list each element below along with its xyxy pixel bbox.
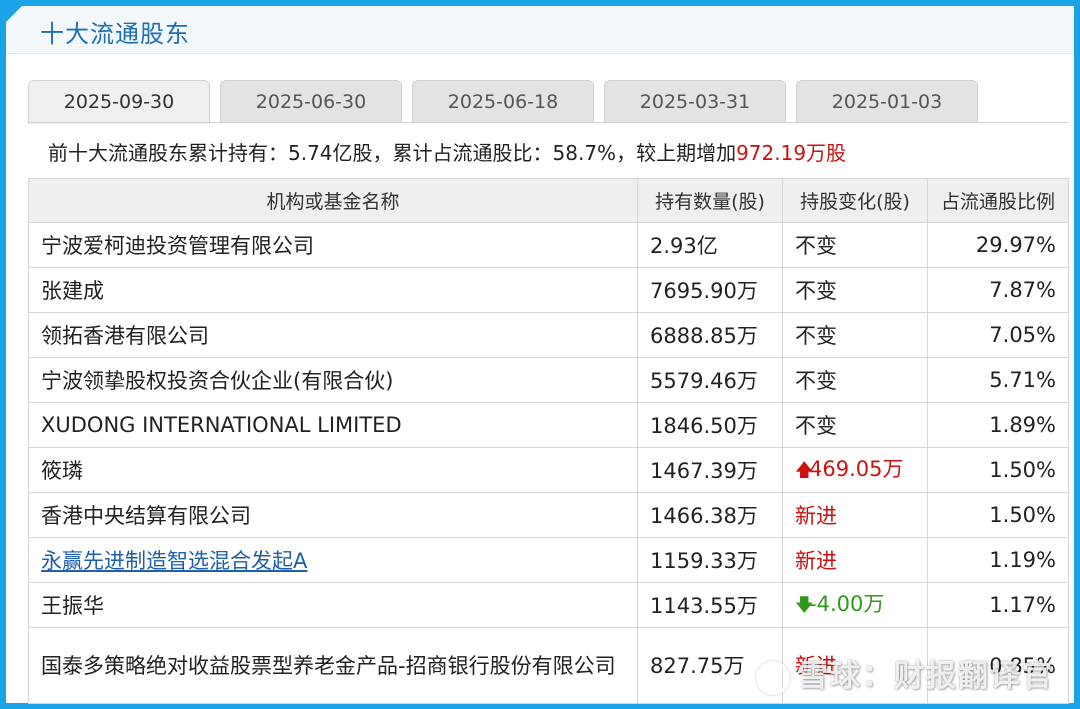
holder-name: XUDONG INTERNATIONAL LIMITED: [28, 402, 638, 448]
holder-ratio: 5.71%: [927, 357, 1069, 403]
holder-ratio: 7.87%: [927, 267, 1069, 313]
holder-name: 宁波爱柯迪投资管理有限公司: [28, 222, 638, 268]
tab-2025-06-30[interactable]: 2025-06-30: [220, 80, 402, 122]
tab-2025-06-18[interactable]: 2025-06-18: [412, 80, 594, 122]
table-row: 宁波爱柯迪投资管理有限公司 2.93亿 不变 29.97%: [28, 222, 1069, 268]
fund-link[interactable]: 永赢先进制造智选混合发起A: [41, 549, 307, 573]
table-row: 筱璘 1467.39万 🡅469.05万 1.50%: [28, 447, 1069, 493]
table-row: 宁波领挚股权投资合伙企业(有限合伙) 5579.46万 不变 5.71%: [28, 357, 1069, 403]
holder-name: 领拓香港有限公司: [28, 312, 638, 358]
holder-change-value: 469.05万: [809, 456, 904, 481]
holder-name: 宁波领挚股权投资合伙企业(有限合伙): [28, 357, 638, 403]
corner-decoration: [0, 0, 34, 34]
tab-2025-09-30[interactable]: 2025-09-30: [28, 80, 210, 124]
holder-shares: 7695.90万: [637, 267, 783, 313]
holder-change: 不变: [782, 222, 928, 268]
holder-change: 不变: [782, 357, 928, 403]
holder-ratio: 29.97%: [927, 222, 1069, 268]
holder-change: 🡅469.05万: [782, 447, 928, 493]
panel-title: 十大流通股东: [40, 20, 190, 48]
arrow-down-icon: 🡇: [795, 594, 814, 616]
holder-change: 新进: [782, 537, 928, 583]
holder-name: 国泰多策略绝对收益股票型养老金产品-招商银行股份有限公司: [28, 627, 638, 704]
watermark-text: 雪球：财报翻译官: [798, 659, 1054, 694]
table-row: XUDONG INTERNATIONAL LIMITED 1846.50万 不变…: [28, 402, 1069, 448]
holder-ratio: 1.19%: [927, 537, 1069, 583]
shareholders-table: 机构或基金名称 持有数量(股) 持股变化(股) 占流通股比例 宁波爱柯迪投资管理…: [28, 178, 1069, 704]
header-shares: 持有数量(股): [637, 178, 783, 223]
holder-change-value: -4.00万: [809, 591, 885, 616]
holder-shares: 1846.50万: [637, 402, 783, 448]
table-header-row: 机构或基金名称 持有数量(股) 持股变化(股) 占流通股比例: [28, 178, 1069, 223]
holder-ratio: 7.05%: [927, 312, 1069, 358]
tab-2025-03-31[interactable]: 2025-03-31: [604, 80, 786, 122]
holder-change: 不变: [782, 267, 928, 313]
arrow-up-icon: 🡅: [795, 459, 814, 481]
summary-increase: 972.19万股: [736, 141, 847, 165]
table-row: 永赢先进制造智选混合发起A 1159.33万 新进 1.19%: [28, 537, 1069, 583]
holder-change: 不变: [782, 312, 928, 358]
holder-shares: 1466.38万: [637, 492, 783, 538]
holder-name: 张建成: [28, 267, 638, 313]
holder-shares: 6888.85万: [637, 312, 783, 358]
header-name: 机构或基金名称: [28, 178, 638, 223]
holder-ratio: 1.50%: [927, 492, 1069, 538]
holder-name-cell: 永赢先进制造智选混合发起A: [28, 537, 638, 583]
header-change: 持股变化(股): [782, 178, 928, 223]
period-tabs: 2025-09-30 2025-06-30 2025-06-18 2025-03…: [28, 80, 1068, 124]
holder-change: 不变: [782, 402, 928, 448]
watermark: 雪球：财报翻译官: [756, 651, 1054, 695]
holder-name: 王振华: [28, 582, 638, 628]
header-ratio: 占流通股比例: [927, 178, 1069, 223]
table-row: 香港中央结算有限公司 1466.38万 新进 1.50%: [28, 492, 1069, 538]
holder-change: 🡇-4.00万: [782, 582, 928, 628]
holder-shares: 1143.55万: [637, 582, 783, 628]
table-row: 领拓香港有限公司 6888.85万 不变 7.05%: [28, 312, 1069, 358]
holder-shares: 2.93亿: [637, 222, 783, 268]
holder-ratio: 1.50%: [927, 447, 1069, 493]
table-row: 张建成 7695.90万 不变 7.87%: [28, 267, 1069, 313]
holder-change: 新进: [782, 492, 928, 538]
holdings-summary: 前十大流通股东累计持有：5.74亿股，累计占流通股比：58.7%，较上期增加97…: [28, 128, 1068, 178]
holder-shares: 5579.46万: [637, 357, 783, 403]
holder-name: 香港中央结算有限公司: [28, 492, 638, 538]
holder-name: 筱璘: [28, 447, 638, 493]
panel-header: 十大流通股东: [6, 6, 1074, 54]
tab-2025-01-03[interactable]: 2025-01-03: [796, 80, 978, 122]
table-row: 王振华 1143.55万 🡇-4.00万 1.17%: [28, 582, 1069, 628]
holder-shares: 1467.39万: [637, 447, 783, 493]
holder-shares: 1159.33万: [637, 537, 783, 583]
tabs-divider: [28, 122, 1068, 123]
snowball-logo-icon: [756, 660, 790, 695]
summary-text: 前十大流通股东累计持有：5.74亿股，累计占流通股比：58.7%，较上期增加: [48, 141, 737, 165]
holder-ratio: 1.89%: [927, 402, 1069, 448]
holder-ratio: 1.17%: [927, 582, 1069, 628]
